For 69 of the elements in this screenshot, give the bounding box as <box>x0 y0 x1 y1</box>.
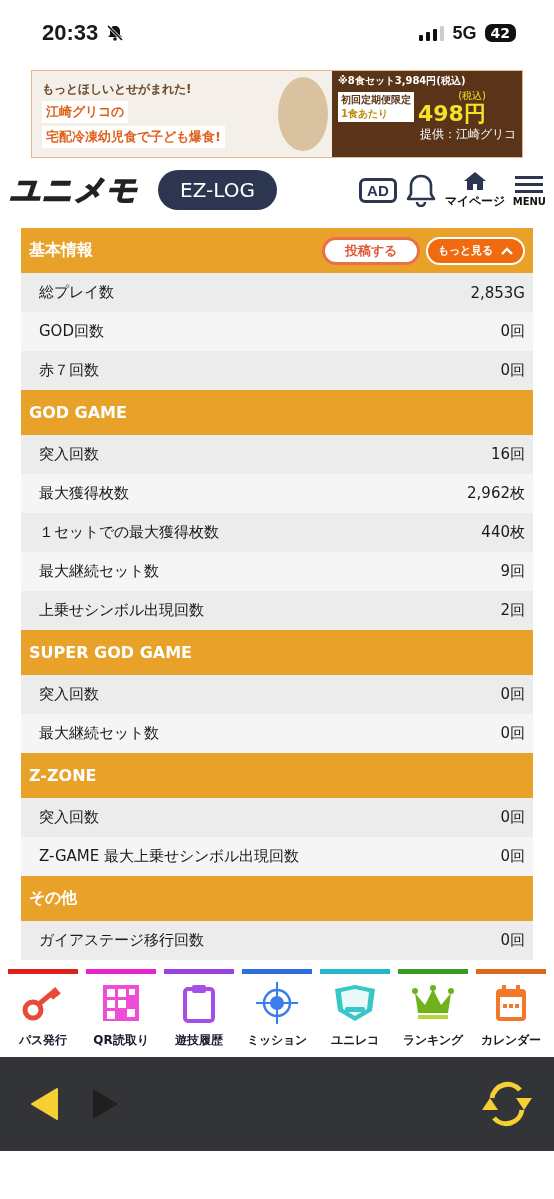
clipboard-icon <box>181 983 217 1023</box>
stat-value: 2回 <box>500 601 525 620</box>
ad-per-meal-text: 1食あたり <box>341 107 389 121</box>
stat-value: 0回 <box>500 361 525 380</box>
ad-price: 498円 <box>418 103 486 125</box>
ad-brand-text: 江崎グリコの <box>42 100 128 123</box>
bell-icon[interactable] <box>404 173 437 207</box>
nav-item[interactable]: QR読取り <box>86 969 156 1057</box>
crosshair-icon <box>255 981 299 1025</box>
stat-label: 上乗せシンボル出現回数 <box>39 601 204 620</box>
stat-label: 最大継続セット数 <box>39 562 159 581</box>
stat-value: 0回 <box>500 322 525 341</box>
stat-label: 最大獲得枚数 <box>39 484 129 503</box>
home-icon <box>462 170 487 191</box>
stat-value: 0回 <box>500 724 525 743</box>
stat-value: 0回 <box>500 847 525 866</box>
menu-icon <box>515 173 544 194</box>
section-title: 基本情報 <box>29 240 93 261</box>
stat-value: 2,962枚 <box>467 484 525 503</box>
ad-sponsor-text: 提供：江崎グリコ <box>420 126 516 143</box>
calendar-icon <box>493 983 529 1023</box>
stat-label: 突入回数 <box>39 445 99 464</box>
mypage-button[interactable]: マイページ <box>444 170 505 210</box>
reload-icon[interactable] <box>480 1080 534 1128</box>
crown-icon <box>411 985 455 1021</box>
stat-label: GOD回数 <box>39 322 104 341</box>
stat-value: 0回 <box>500 808 525 827</box>
post-button[interactable]: 投稿する <box>322 236 420 265</box>
nav-item[interactable]: ミッション <box>242 969 312 1057</box>
stat-value: 9回 <box>500 562 525 581</box>
network-label: 5G <box>452 22 477 44</box>
stat-value: 0回 <box>500 685 525 704</box>
ez-log-button[interactable]: EZ-LOG <box>158 170 277 210</box>
chevron-up-icon <box>501 246 513 255</box>
section-title: Z-ZONE <box>29 766 97 785</box>
stat-label: Z-GAME 最大上乗せシンボル出現回数 <box>39 847 300 866</box>
section-title: GOD GAME <box>29 403 127 422</box>
stat-label: 最大継続セット数 <box>39 724 159 743</box>
battery-icon: 42 <box>484 24 516 42</box>
ad-headline: 宅配冷凍幼児食で子ども爆食! <box>42 125 225 148</box>
stat-value: 440枚 <box>481 523 525 542</box>
stat-value: 2,853G <box>470 283 525 302</box>
ad-bubble-text: もっとほしいとせがまれた! <box>42 80 193 98</box>
back-icon[interactable] <box>30 1087 60 1121</box>
ad-tax-text: (税込) <box>458 89 486 103</box>
ad-button[interactable]: AD <box>359 177 397 203</box>
signal-icon <box>418 25 445 41</box>
nav-item[interactable]: 遊技履歴 <box>164 969 234 1057</box>
stat-label: 突入回数 <box>39 808 99 827</box>
ad-set-price: ※8食セット3,984円(税込) <box>338 74 467 88</box>
site-logo[interactable]: ユニメモ <box>10 169 138 211</box>
stat-value: 0回 <box>500 931 525 950</box>
nav-item[interactable]: カレンダー <box>476 969 546 1057</box>
bell-slash-icon <box>106 24 125 42</box>
stat-value: 16回 <box>490 445 525 464</box>
stat-label: 総プレイ数 <box>39 283 114 302</box>
status-time: 20:33 <box>42 20 99 46</box>
qr-code-icon <box>101 983 141 1023</box>
section-title: その他 <box>29 888 77 909</box>
ad-limited-text: 初回定期便限定 <box>341 93 411 107</box>
stat-label: 突入回数 <box>39 685 99 704</box>
menu-button[interactable]: MENU <box>512 173 546 207</box>
nav-item[interactable]: ユニレコ <box>320 969 390 1057</box>
nav-item[interactable]: パス発行 <box>8 969 78 1057</box>
stat-label: １セットでの最大獲得枚数 <box>39 523 219 542</box>
stat-label: ガイアステージ移行回数 <box>39 931 204 950</box>
nav-item[interactable]: ランキング <box>398 969 468 1057</box>
section-title: SUPER GOD GAME <box>29 643 192 662</box>
stat-label: 赤７回数 <box>39 361 99 380</box>
